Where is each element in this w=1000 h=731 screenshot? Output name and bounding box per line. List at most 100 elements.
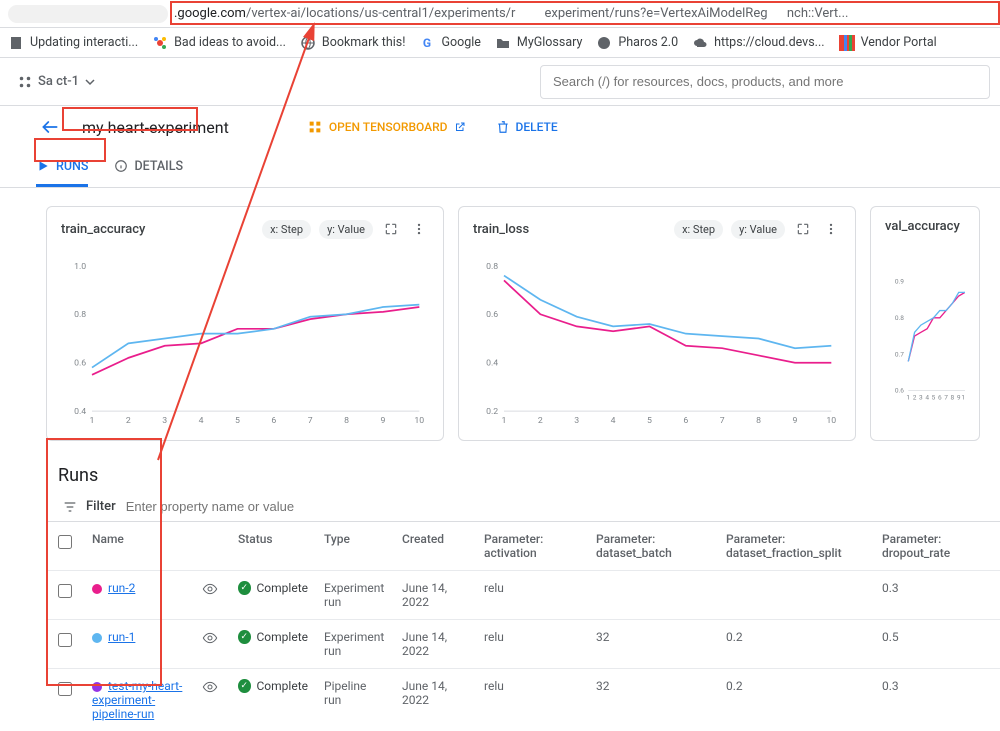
- svg-text:3: 3: [574, 416, 579, 426]
- column-header[interactable]: Name: [84, 522, 194, 571]
- param-activation: relu: [476, 669, 588, 731]
- chart-val_accuracy: val_accuracy0.60.70.80.912345678910: [870, 206, 980, 441]
- table-row: run-2✓CompleteExperiment runJune 14, 202…: [46, 571, 1000, 620]
- svg-text:2: 2: [538, 416, 543, 426]
- tab-runs[interactable]: RUNS: [36, 148, 88, 187]
- bookmark-label: Pharos 2.0: [618, 35, 678, 50]
- column-header[interactable]: Status: [230, 522, 316, 571]
- column-header[interactable]: Type: [316, 522, 394, 571]
- tabs: RUNS DETAILS: [0, 148, 1000, 188]
- column-header[interactable]: Created: [394, 522, 476, 571]
- param-split: [718, 571, 874, 620]
- select-all-checkbox[interactable]: [58, 535, 72, 549]
- column-header[interactable]: [46, 522, 84, 571]
- x-axis-pill[interactable]: x: Step: [674, 220, 723, 239]
- search-input[interactable]: [551, 73, 979, 90]
- svg-text:3: 3: [162, 416, 167, 426]
- bookmark-item[interactable]: MyGlossary: [495, 35, 582, 51]
- run-name-link[interactable]: run-1: [108, 630, 135, 644]
- type-cell: Pipeline run: [316, 669, 394, 731]
- svg-text:0.8: 0.8: [74, 310, 86, 320]
- svg-text:5: 5: [647, 416, 652, 426]
- status-cell: ✓Complete: [238, 581, 308, 595]
- y-axis-pill[interactable]: y: Value: [731, 220, 785, 239]
- filter-icon[interactable]: [62, 499, 78, 515]
- svg-text:0.6: 0.6: [486, 310, 498, 320]
- page-header: my heart-experiment OPEN TENSORBOARD DEL…: [0, 106, 1000, 148]
- param-activation: relu: [476, 571, 588, 620]
- spark-icon: [152, 35, 168, 51]
- param-split: 0.2: [718, 669, 874, 731]
- svg-text:0.6: 0.6: [74, 359, 86, 369]
- row-checkbox[interactable]: [58, 682, 72, 696]
- svg-text:2: 2: [913, 393, 917, 401]
- svg-text:6: 6: [271, 416, 276, 426]
- globe-icon: [300, 35, 316, 51]
- project-icon: [18, 75, 32, 89]
- table-row: test-my-heart-experiment-pipeline-run✓Co…: [46, 669, 1000, 731]
- bookmark-item[interactable]: Bookmark this!: [300, 35, 406, 51]
- type-cell: Experiment run: [316, 620, 394, 669]
- bookmark-label: Bad ideas to avoid...: [174, 35, 286, 50]
- row-checkbox[interactable]: [58, 633, 72, 647]
- bookmark-item[interactable]: Pharos 2.0: [596, 35, 678, 51]
- more-icon[interactable]: [821, 219, 841, 239]
- bookmark-item[interactable]: https://cloud.devs...: [692, 35, 824, 51]
- svg-text:1: 1: [502, 416, 507, 426]
- arrow-left-icon: [40, 117, 60, 137]
- svg-text:9: 9: [380, 416, 385, 426]
- visibility-icon[interactable]: [202, 684, 218, 698]
- row-checkbox[interactable]: [58, 584, 72, 598]
- bookmark-label: https://cloud.devs...: [714, 35, 824, 50]
- x-axis-pill[interactable]: x: Step: [262, 220, 311, 239]
- filter-label: Filter: [86, 499, 116, 514]
- svg-text:8: 8: [951, 393, 955, 401]
- svg-text:9: 9: [957, 393, 961, 401]
- param-batch: [588, 571, 718, 620]
- bookmarks-bar: Updating interacti... Bad ideas to avoid.…: [0, 28, 1000, 58]
- param-dropout: 0.3: [874, 669, 998, 731]
- back-button[interactable]: [36, 113, 64, 141]
- charts-row: train_accuracyx: Stepy: Value0.40.60.81.…: [0, 188, 1000, 459]
- run-name-link[interactable]: run-2: [108, 581, 135, 595]
- folder-icon: [495, 35, 511, 51]
- fullscreen-icon[interactable]: [793, 219, 813, 239]
- project-selector[interactable]: Sa ct-1: [10, 70, 103, 93]
- bookmark-item[interactable]: Vendor Portal: [839, 35, 937, 51]
- svg-text:7: 7: [720, 416, 725, 426]
- status-cell: ✓Complete: [238, 630, 308, 644]
- svg-text:0.7: 0.7: [895, 350, 904, 358]
- run-name-link[interactable]: test-my-heart-experiment-pipeline-run: [92, 679, 182, 721]
- table-header-row: Name StatusTypeCreatedParameter: activati…: [46, 522, 1000, 571]
- column-header[interactable]: Parameter: dataset_fraction_split: [718, 522, 874, 571]
- runs-table: Name StatusTypeCreatedParameter: activati…: [46, 521, 1000, 731]
- svg-text:6: 6: [683, 416, 688, 426]
- fullscreen-icon[interactable]: [381, 219, 401, 239]
- tensorboard-icon: [307, 119, 323, 135]
- y-axis-pill[interactable]: y: Value: [319, 220, 373, 239]
- url-text: .google.com/vertex-ai/locations/us-centr…: [174, 6, 848, 21]
- filter-input[interactable]: [124, 498, 984, 515]
- bookmark-label: Vendor Portal: [861, 35, 937, 50]
- delete-button[interactable]: DELETE: [496, 119, 558, 135]
- visibility-icon[interactable]: [202, 635, 218, 649]
- open-tensorboard-button[interactable]: OPEN TENSORBOARD: [307, 119, 466, 135]
- column-header[interactable]: Parameter: dataset_batch: [588, 522, 718, 571]
- search-box[interactable]: [540, 65, 990, 99]
- bookmark-item[interactable]: GGoogle: [419, 35, 480, 51]
- column-header[interactable]: Parameter: activation: [476, 522, 588, 571]
- browser-url-bar: .google.com/vertex-ai/locations/us-centr…: [0, 0, 1000, 28]
- chart-train_loss: train_lossx: Stepy: Value0.20.40.60.8123…: [458, 206, 856, 441]
- bookmark-item[interactable]: Bad ideas to avoid...: [152, 35, 286, 51]
- column-header[interactable]: [194, 522, 230, 571]
- column-header[interactable]: Parameter: dropout_rate: [874, 522, 998, 571]
- param-batch: 32: [588, 669, 718, 731]
- tab-details[interactable]: DETAILS: [114, 148, 183, 187]
- play-icon: [36, 159, 50, 173]
- bookmark-item[interactable]: Updating interacti...: [8, 35, 138, 51]
- visibility-icon[interactable]: [202, 586, 218, 600]
- more-icon[interactable]: [409, 219, 429, 239]
- doc-icon: [8, 35, 24, 51]
- check-icon: ✓: [238, 630, 251, 644]
- svg-text:0.2: 0.2: [486, 407, 498, 417]
